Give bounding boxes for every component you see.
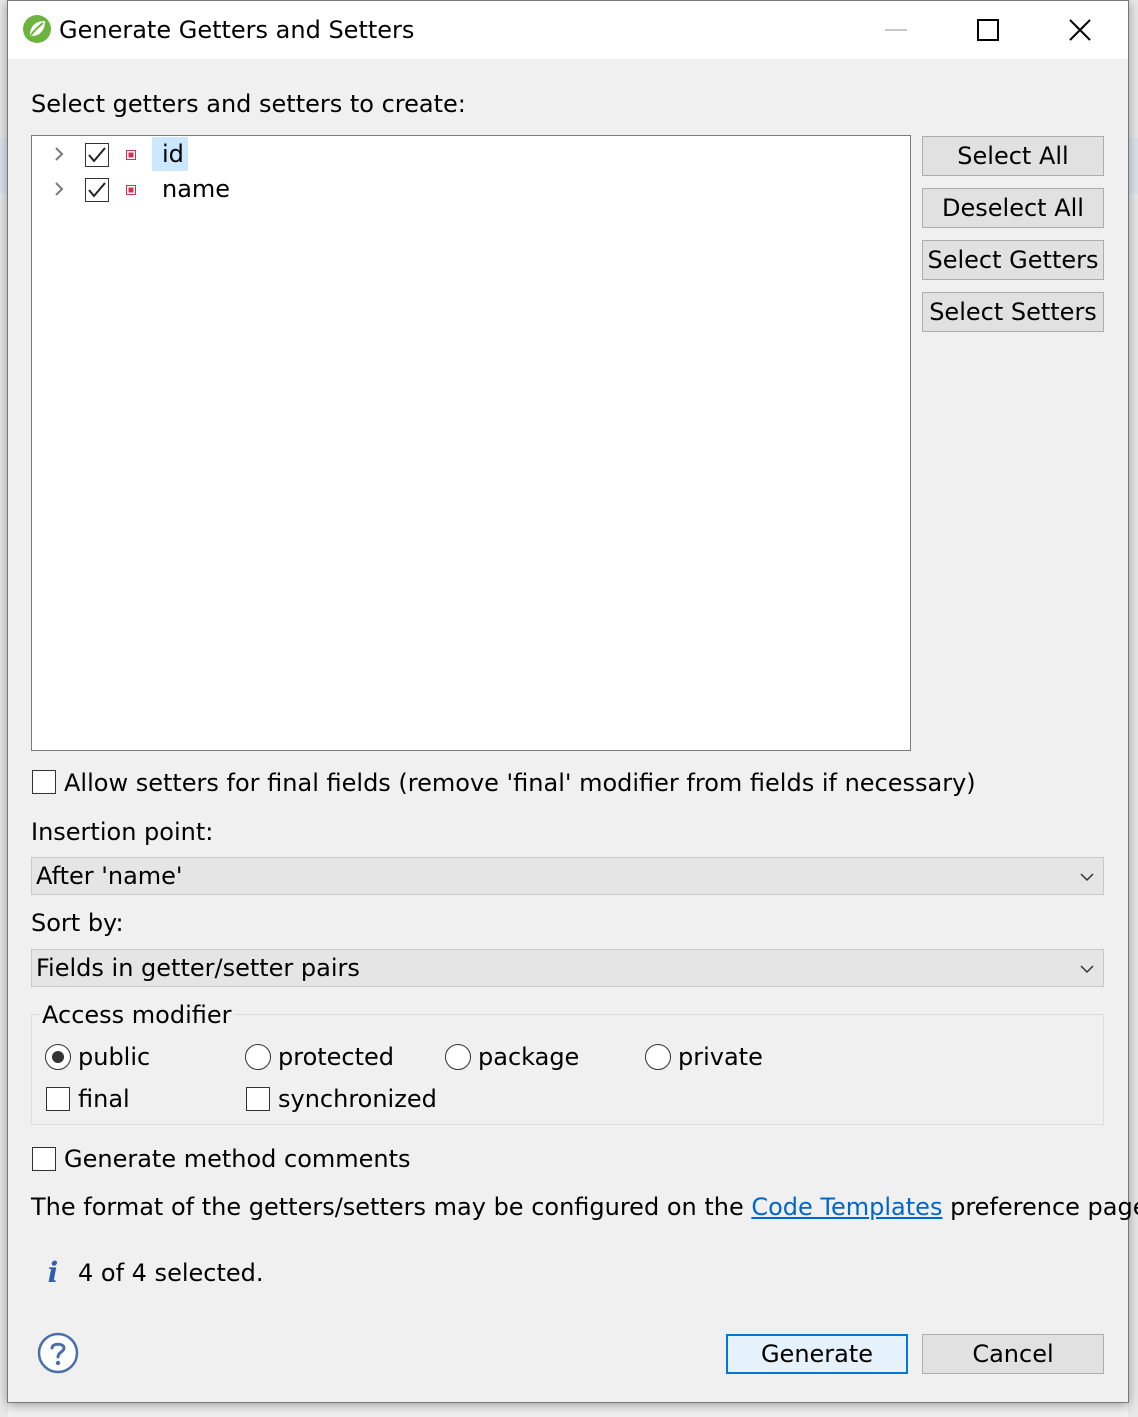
code-templates-link[interactable]: Code Templates — [751, 1193, 942, 1221]
title-bar: Generate Getters and Setters — [8, 1, 1128, 59]
radio-private-label[interactable]: private — [678, 1041, 763, 1073]
checkmark-icon — [88, 147, 106, 163]
generate-comments-label[interactable]: Generate method comments — [64, 1143, 411, 1175]
maximize-icon — [977, 19, 999, 41]
select-getters-button[interactable]: Select Getters — [922, 240, 1104, 280]
deselect-all-button[interactable]: Deselect All — [922, 188, 1104, 228]
radio-private[interactable] — [645, 1044, 671, 1070]
field-checkbox-name[interactable] — [85, 178, 109, 202]
close-icon — [1069, 19, 1091, 41]
radio-package-label[interactable]: package — [478, 1041, 579, 1073]
spring-leaf-icon — [23, 15, 51, 43]
format-note: The format of the getters/setters may be… — [31, 1191, 1138, 1223]
field-checkbox-id[interactable] — [85, 143, 109, 167]
dialog-title: Generate Getters and Setters — [59, 16, 415, 44]
synchronized-checkbox[interactable] — [246, 1087, 270, 1111]
chevron-right-icon[interactable] — [50, 180, 68, 198]
sort-by-label: Sort by: — [31, 909, 124, 937]
generate-comments-checkbox[interactable] — [32, 1147, 56, 1171]
allow-setters-final-checkbox[interactable] — [32, 770, 56, 794]
minimize-icon — [885, 29, 907, 31]
final-checkbox[interactable] — [46, 1087, 70, 1111]
radio-public-label[interactable]: public — [78, 1041, 150, 1073]
select-all-button[interactable]: Select All — [922, 136, 1104, 176]
radio-public[interactable] — [45, 1044, 71, 1070]
tree-row[interactable]: id — [32, 137, 910, 171]
chevron-down-icon — [1080, 965, 1094, 974]
selection-status: 4 of 4 selected. — [78, 1259, 264, 1287]
insertion-point-select[interactable]: After 'name' — [31, 857, 1104, 895]
cancel-button[interactable]: Cancel — [922, 1334, 1104, 1374]
select-fields-label: Select getters and setters to create: — [31, 90, 466, 118]
help-icon[interactable] — [37, 1332, 79, 1374]
chevron-right-icon[interactable] — [50, 145, 68, 163]
synchronized-label[interactable]: synchronized — [278, 1083, 437, 1115]
minimize-button[interactable] — [850, 1, 942, 59]
private-field-icon — [126, 185, 136, 195]
maximize-button[interactable] — [942, 1, 1034, 59]
radio-protected-label[interactable]: protected — [278, 1041, 394, 1073]
background-fragment — [1128, 138, 1138, 194]
info-icon: i — [47, 1256, 59, 1289]
sort-by-value: Fields in getter/setter pairs — [36, 954, 360, 982]
tree-row[interactable]: name — [32, 172, 910, 206]
format-note-suffix: preference page. — [942, 1193, 1138, 1221]
select-setters-button[interactable]: Select Setters — [922, 292, 1104, 332]
final-label[interactable]: final — [78, 1083, 130, 1115]
insertion-point-label: Insertion point: — [31, 818, 214, 846]
insertion-point-value: After 'name' — [36, 862, 183, 890]
format-note-prefix: The format of the getters/setters may be… — [31, 1193, 752, 1221]
fields-tree[interactable]: id name — [31, 135, 911, 751]
allow-setters-final-label[interactable]: Allow setters for final fields (remove '… — [64, 767, 976, 799]
radio-package[interactable] — [445, 1044, 471, 1070]
sort-by-select[interactable]: Fields in getter/setter pairs — [31, 949, 1104, 987]
close-button[interactable] — [1034, 1, 1126, 59]
field-name-id[interactable]: id — [162, 137, 184, 171]
radio-selected-dot — [52, 1051, 64, 1063]
private-field-icon — [126, 150, 136, 160]
checkmark-icon — [88, 182, 106, 198]
access-modifier-title: Access modifier — [40, 999, 234, 1031]
generate-button[interactable]: Generate — [726, 1334, 908, 1374]
chevron-down-icon — [1080, 873, 1094, 882]
radio-protected[interactable] — [245, 1044, 271, 1070]
generate-getters-setters-dialog: Generate Getters and Setters Select gett… — [7, 0, 1138, 1403]
field-name-name[interactable]: name — [162, 172, 230, 206]
